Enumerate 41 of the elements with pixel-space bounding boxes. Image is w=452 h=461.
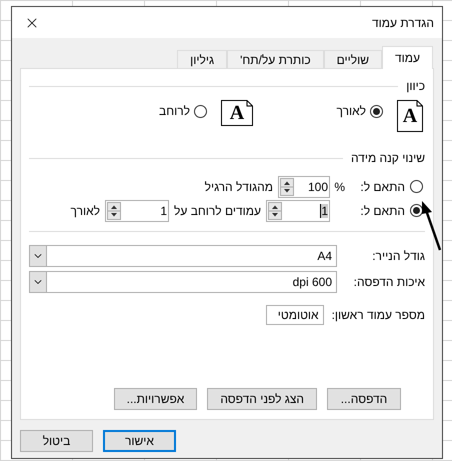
ok-button[interactable]: אישור xyxy=(103,430,176,452)
radio-label: לאורך xyxy=(336,103,366,120)
panel-button[interactable]: הצג לפני הדפסה xyxy=(207,388,317,410)
panel-button[interactable]: הדפסה... xyxy=(327,388,401,410)
first-page-number-field[interactable]: אוטומטי xyxy=(266,305,324,325)
window-title: הגדרת עמוד xyxy=(372,14,434,32)
tab[interactable]: כותרת על/תח' xyxy=(227,50,324,68)
number-field[interactable]: 100 xyxy=(278,176,330,198)
field-label: מספר עמוד ראשון: xyxy=(332,307,425,324)
percent-sign: % xyxy=(335,178,345,196)
landscape-page-icon: A xyxy=(221,100,253,126)
radio-button[interactable] xyxy=(410,180,423,193)
field-label: מהגודל הרגיל xyxy=(204,178,273,196)
group-title: כיוון xyxy=(406,78,425,95)
radio-button[interactable] xyxy=(410,204,423,217)
field-label: גודל הנייר: xyxy=(371,248,425,265)
spinner-icon[interactable] xyxy=(280,178,294,196)
field-label: לאורך xyxy=(70,202,100,220)
number-field[interactable]: 1 xyxy=(105,200,170,222)
radio-label: התאם ל: xyxy=(359,202,405,220)
field-value: 100 xyxy=(308,178,328,196)
field-value: 1 xyxy=(160,202,168,220)
panel-button[interactable]: אפשרויות... xyxy=(114,388,198,410)
portrait-page-icon: A xyxy=(397,100,423,132)
field-value: 1 xyxy=(320,204,328,218)
paper-size-dropdown[interactable]: A4 xyxy=(29,245,337,267)
spinner-icon[interactable] xyxy=(268,202,282,220)
print-quality-dropdown[interactable]: 600 dpi xyxy=(29,271,337,293)
number-field[interactable]: 1 xyxy=(266,200,330,222)
radio-label: לרוחב xyxy=(159,103,190,120)
tab[interactable]: גיליון xyxy=(177,50,228,68)
tab[interactable]: עמוד xyxy=(382,46,433,69)
group-title: שינוי קנה מידה xyxy=(350,150,425,167)
spinner-icon[interactable] xyxy=(107,202,122,220)
field-label: איכות הדפסה: xyxy=(352,274,425,291)
field-label: עמודים לרוחב על xyxy=(174,202,261,220)
radio-button[interactable] xyxy=(370,104,383,118)
radio-label: התאם ל: xyxy=(359,178,405,196)
cancel-button[interactable]: ביטול xyxy=(20,430,93,452)
tab[interactable]: שוליים xyxy=(324,50,382,68)
radio-button[interactable] xyxy=(194,104,207,118)
